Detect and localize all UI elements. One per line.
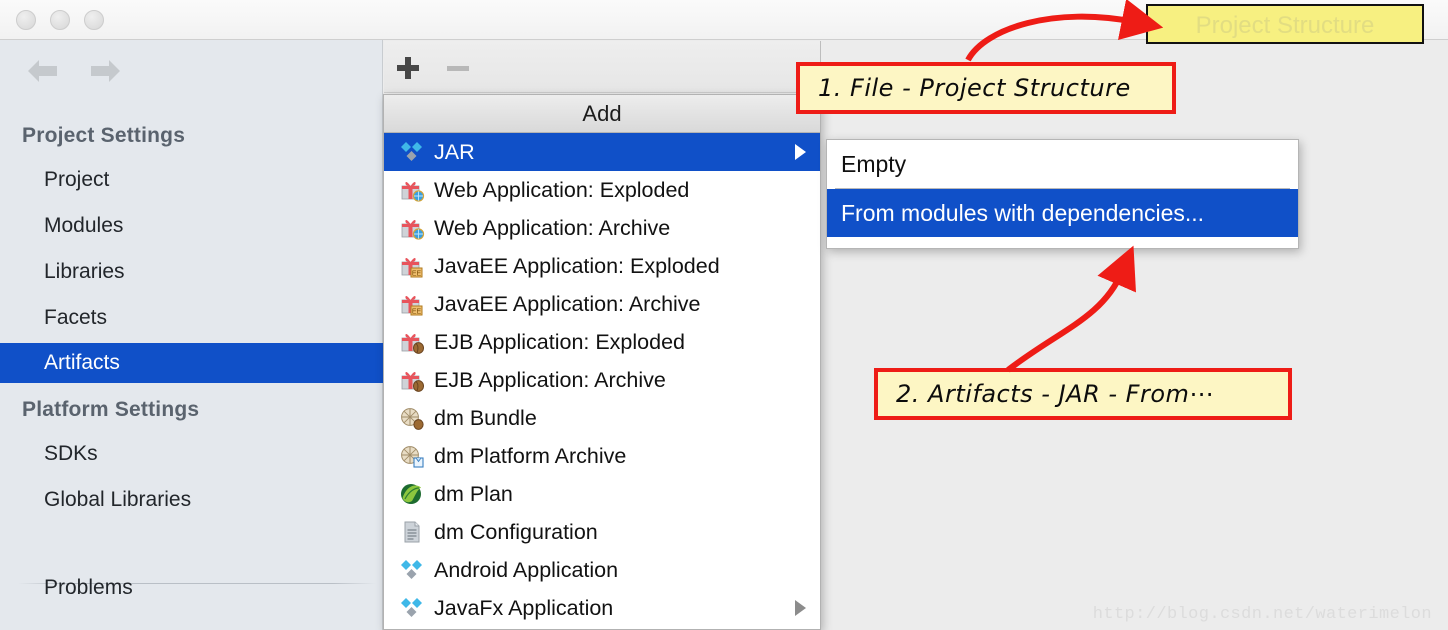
- menu-item-label: dm Plan: [434, 481, 513, 506]
- menu-item-label: EJB Application: Archive: [434, 367, 666, 392]
- sidebar-item-facets[interactable]: Facets: [0, 298, 383, 338]
- chevron-right-icon: [795, 600, 806, 616]
- window-controls: [16, 10, 104, 30]
- menu-item-dm-bundle[interactable]: dm Bundle: [384, 399, 820, 437]
- menu-item-dm-platform-archive[interactable]: dm Platform Archive: [384, 437, 820, 475]
- menu-item-javaee-application-archive[interactable]: EE JavaEE Application: Archive: [384, 285, 820, 323]
- menu-item-label: dm Bundle: [434, 405, 537, 430]
- sidebar-item-label: Global Libraries: [44, 488, 192, 511]
- submenu-item-label: From modules with dependencies...: [841, 199, 1205, 226]
- zoom-button[interactable]: [84, 10, 104, 30]
- arrow-left-icon[interactable]: [26, 58, 60, 84]
- sidebar-item-label: Libraries: [44, 260, 125, 283]
- menu-item-label: Web Application: Exploded: [434, 177, 690, 202]
- close-button[interactable]: [16, 10, 36, 30]
- sidebar-item-project[interactable]: Project: [0, 160, 383, 200]
- sidebar-group-platform-settings: Platform Settings: [22, 398, 200, 421]
- menu-item-label: JavaEE Application: Archive: [434, 291, 701, 316]
- bundle-archive-icon: [397, 443, 427, 469]
- add-artifact-menu: Add JAR Web Application: Exploded Web Ap…: [383, 94, 821, 630]
- gift-globe-icon: [397, 215, 427, 241]
- sidebar-group-project-settings: Project Settings: [22, 124, 186, 147]
- sidebar-item-problems[interactable]: Problems: [0, 568, 383, 608]
- sidebar-item-libraries[interactable]: Libraries: [0, 252, 383, 292]
- add-menu-header: Add: [384, 95, 820, 133]
- gift-bean-icon: [397, 367, 427, 393]
- sidebar-item-label: Modules: [44, 214, 124, 237]
- sidebar-item-label: Facets: [44, 306, 108, 329]
- gift-ee-icon: EE: [397, 291, 427, 317]
- submenu-item-from-modules-with-dependencies[interactable]: From modules with dependencies...: [827, 189, 1298, 237]
- minimize-button[interactable]: [50, 10, 70, 30]
- sidebar-item-modules[interactable]: Modules: [0, 206, 383, 246]
- minus-icon: [447, 65, 469, 71]
- arrow-right-icon[interactable]: [88, 58, 122, 84]
- plus-icon: [397, 57, 419, 79]
- watermark: http://blog.csdn.net/waterimelon: [1092, 605, 1432, 624]
- menu-item-label: JAR: [434, 139, 475, 164]
- menu-item-label: JavaEE Application: Exploded: [434, 253, 720, 278]
- menu-item-label: dm Platform Archive: [434, 443, 627, 468]
- sidebar-item-label: Problems: [44, 576, 133, 599]
- menu-item-label: Web Application: Archive: [434, 215, 671, 240]
- sidebar-item-label: Artifacts: [44, 351, 120, 374]
- menu-item-label: dm Configuration: [434, 519, 598, 544]
- diamond-cluster-icon: [397, 139, 427, 165]
- menu-item-ejb-application-archive[interactable]: EJB Application: Archive: [384, 361, 820, 399]
- add-artifact-button[interactable]: [393, 53, 423, 83]
- settings-sidebar: Project Settings Project Modules Librari…: [0, 40, 383, 630]
- menu-item-javafx-application[interactable]: JavaFx Application: [384, 589, 820, 627]
- sidebar-item-label: Project: [44, 168, 110, 191]
- remove-artifact-button[interactable]: [443, 53, 473, 83]
- annotation-note-2-text: 2. Artifacts - JAR - From⋯: [896, 380, 1214, 408]
- menu-item-dm-configuration[interactable]: dm Configuration: [384, 513, 820, 551]
- menu-item-dm-plan[interactable]: dm Plan: [384, 475, 820, 513]
- menu-item-android-application[interactable]: Android Application: [384, 551, 820, 589]
- app-window: Project Settings Project Modules Librari…: [0, 0, 1448, 630]
- gift-globe-icon: [397, 177, 427, 203]
- sidebar-navigation: [26, 58, 122, 84]
- sidebar-item-sdks[interactable]: SDKs: [0, 434, 383, 474]
- svg-text:EE: EE: [412, 270, 422, 277]
- add-menu-list: JAR Web Application: Exploded Web Applic…: [384, 133, 820, 627]
- menu-item-label: EJB Application: Exploded: [434, 329, 685, 354]
- submenu-item-label: Empty: [841, 150, 907, 177]
- green-leaf-icon: [397, 481, 427, 507]
- svg-text:EE: EE: [412, 308, 422, 315]
- submenu-item-empty[interactable]: Empty: [827, 140, 1298, 188]
- menu-item-label: Android Application: [434, 557, 619, 582]
- gift-bean-icon: [397, 329, 427, 355]
- menu-item-web-application-archive[interactable]: Web Application: Archive: [384, 209, 820, 247]
- bundle-icon: [397, 405, 427, 431]
- project-structure-highlight[interactable]: Project Structure: [1146, 4, 1424, 44]
- menu-item-jar[interactable]: JAR: [384, 133, 820, 171]
- sidebar-item-label: SDKs: [44, 442, 98, 465]
- diamond-cluster-icon: [397, 595, 427, 621]
- diamond-cluster-icon: [397, 557, 427, 583]
- chevron-right-icon: [795, 144, 806, 160]
- sidebar-item-global-libraries[interactable]: Global Libraries: [0, 480, 383, 520]
- artifacts-toolbar: [384, 41, 821, 93]
- menu-item-web-application-exploded[interactable]: Web Application: Exploded: [384, 171, 820, 209]
- sidebar-item-artifacts[interactable]: Artifacts: [0, 343, 383, 383]
- menu-item-javaee-application-exploded[interactable]: EE JavaEE Application: Exploded: [384, 247, 820, 285]
- project-structure-label: Project Structure: [1195, 12, 1375, 39]
- document-icon: [397, 519, 427, 545]
- annotation-note-1: 1. File - Project Structure: [796, 62, 1176, 114]
- jar-submenu: Empty From modules with dependencies...: [826, 139, 1299, 249]
- annotation-note-2: 2. Artifacts - JAR - From⋯: [874, 368, 1292, 420]
- menu-item-label: JavaFx Application: [434, 595, 614, 620]
- annotation-note-1-text: 1. File - Project Structure: [818, 74, 1131, 102]
- menu-item-ejb-application-exploded[interactable]: EJB Application: Exploded: [384, 323, 820, 361]
- gift-ee-icon: EE: [397, 253, 427, 279]
